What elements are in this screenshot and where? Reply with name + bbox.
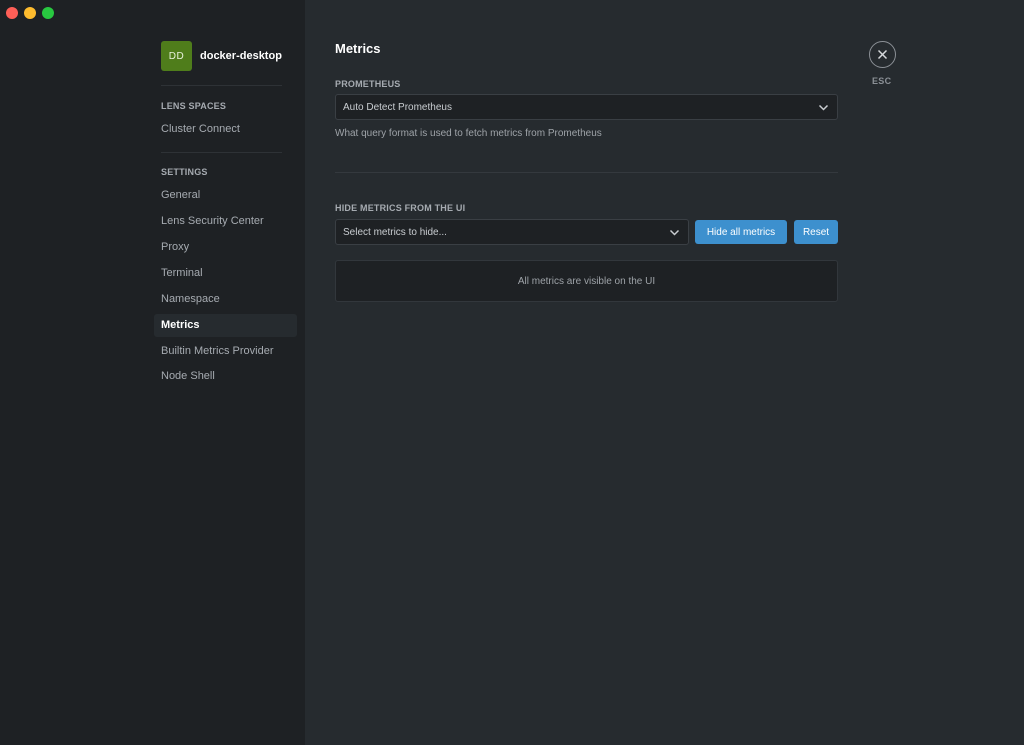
sidebar-item-node-shell[interactable]: Node Shell [154,365,297,388]
divider [161,85,282,86]
close-icon [877,49,888,60]
sidebar-item-general[interactable]: General [154,184,297,207]
sidebar-item-terminal[interactable]: Terminal [154,262,297,285]
chevron-down-icon [669,229,680,236]
sidebar-item-builtin-metrics-provider[interactable]: Builtin Metrics Provider [154,340,297,363]
window-maximize-button[interactable] [42,7,54,19]
section-title-settings: SETTINGS [161,167,208,177]
prometheus-select-value: Auto Detect Prometheus [343,101,452,113]
divider [161,152,282,153]
hide-metrics-label: HIDE METRICS FROM THE UI [335,203,466,213]
hide-metrics-select[interactable]: Select metrics to hide... [335,219,689,245]
sidebar-item-namespace[interactable]: Namespace [154,288,297,311]
sidebar: DD docker-desktop LENS SPACES Cluster Co… [0,0,305,745]
sidebar-item-cluster-connect[interactable]: Cluster Connect [154,118,297,141]
reset-button[interactable]: Reset [794,220,838,244]
sidebar-item-lens-security-center[interactable]: Lens Security Center [154,210,297,233]
section-divider [335,172,838,173]
close-button[interactable] [869,41,896,68]
prometheus-select[interactable]: Auto Detect Prometheus [335,94,838,120]
window-controls [6,7,54,19]
sidebar-item-metrics[interactable]: Metrics [154,314,297,337]
cluster-avatar: DD [161,41,192,71]
chevron-down-icon [818,104,829,111]
hide-metrics-placeholder: Select metrics to hide... [343,226,447,238]
cluster-header[interactable]: DD docker-desktop [161,41,282,71]
esc-label: ESC [872,76,892,86]
prometheus-hint: What query format is used to fetch metri… [335,128,602,139]
empty-state-message: All metrics are visible on the UI [517,275,656,287]
hidden-metrics-list: All metrics are visible on the UI [335,260,838,302]
window-close-button[interactable] [6,7,18,19]
hide-all-metrics-button[interactable]: Hide all metrics [695,220,787,244]
cluster-name: docker-desktop [200,50,282,62]
sidebar-item-proxy[interactable]: Proxy [154,236,297,259]
page-title: Metrics [335,41,381,56]
section-title-lens-spaces: LENS SPACES [161,101,227,111]
prometheus-label: PROMETHEUS [335,79,401,89]
window-minimize-button[interactable] [24,7,36,19]
